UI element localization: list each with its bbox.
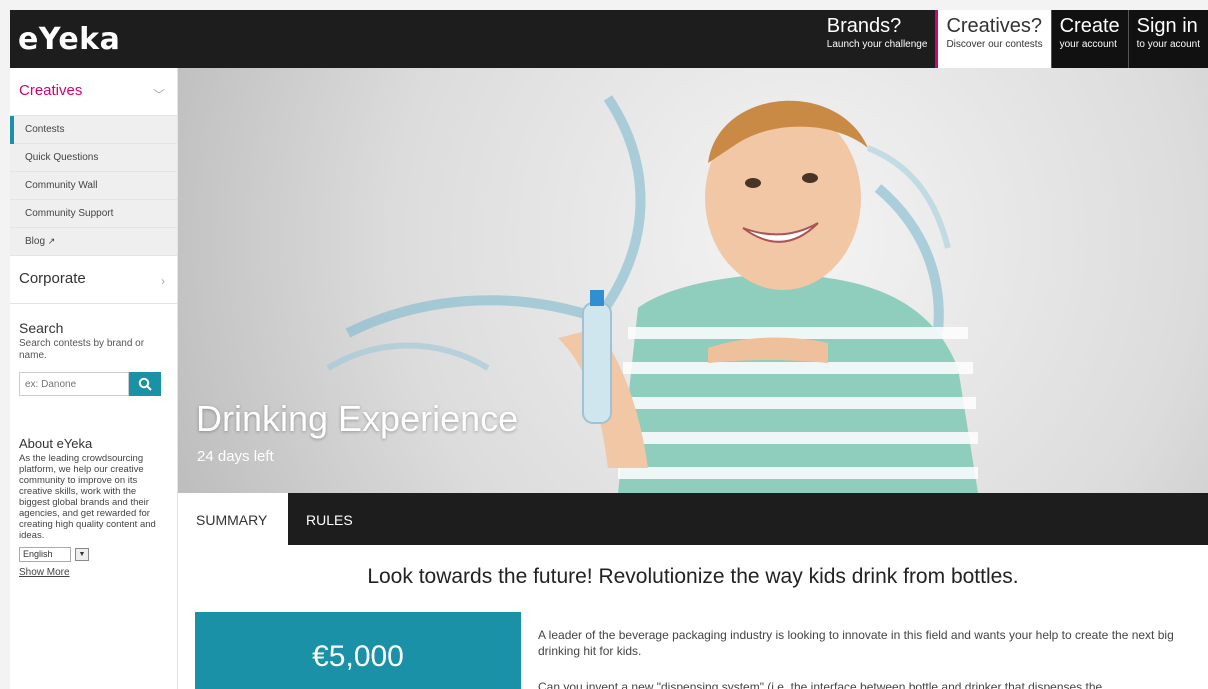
nav-brands-sub: Launch your challenge xyxy=(826,39,928,50)
sidebar-item-blog[interactable]: Blog ↗ xyxy=(10,228,177,256)
about-section: About eYeka As the leading crowdsourcing… xyxy=(10,396,177,578)
nav-sign-in[interactable]: Sign in to your acount xyxy=(1127,10,1208,68)
sidebar-corporate-label: Corporate xyxy=(19,270,86,287)
search-input[interactable] xyxy=(19,372,129,396)
language-selector[interactable]: English ▼ xyxy=(19,547,167,562)
chevron-right-icon: › xyxy=(161,274,165,288)
about-heading: About eYeka xyxy=(19,436,93,451)
external-link-icon: ↗ xyxy=(47,236,56,246)
search-heading: Search xyxy=(19,320,64,336)
show-more-link[interactable]: Show More xyxy=(19,567,167,578)
prize-box: €5,000 xyxy=(195,612,521,689)
nav-brands[interactable]: Brands? Launch your challenge xyxy=(819,10,936,68)
search-section: Search Search contests by brand or name. xyxy=(10,304,177,396)
contest-description-2: Can you invent a new "dispensing system"… xyxy=(538,680,1103,689)
nav-creatives-title: Creatives? xyxy=(946,15,1043,37)
tab-rules[interactable]: RULES xyxy=(288,493,371,545)
nav-sign-in-sub: to your acount xyxy=(1136,39,1200,50)
contest-headline: Look towards the future! Revolutionize t… xyxy=(367,565,1019,588)
tab-summary[interactable]: SUMMARY xyxy=(178,493,288,545)
logo[interactable]: eYeka xyxy=(18,22,120,57)
sidebar-creatives-label: Creatives xyxy=(19,82,83,99)
nav-create-account[interactable]: Create your account xyxy=(1050,10,1128,68)
nav-create-title: Create xyxy=(1059,15,1120,37)
contest-tabs: SUMMARY RULES xyxy=(178,493,1208,545)
sidebar-item-contests[interactable]: Contests xyxy=(10,116,177,144)
sidebar-submenu: Contests Quick Questions Community Wall … xyxy=(10,116,177,256)
hero-banner: Drinking Experience 24 days left xyxy=(178,68,1208,493)
search-row xyxy=(19,372,167,396)
dropdown-arrow-icon[interactable]: ▼ xyxy=(75,548,89,561)
search-description: Search contests by brand or name. xyxy=(19,338,145,361)
sidebar-item-community-wall[interactable]: Community Wall xyxy=(10,172,177,200)
sidebar-item-quick-questions[interactable]: Quick Questions xyxy=(10,144,177,172)
about-text: As the leading crowdsourcing platform, w… xyxy=(19,453,156,541)
sidebar-section-corporate[interactable]: Corporate › xyxy=(10,256,177,304)
nav-sign-in-title: Sign in xyxy=(1136,15,1198,37)
sidebar-section-creatives[interactable]: Creatives ﹀ xyxy=(10,68,177,116)
nav-creatives[interactable]: Creatives? Discover our contests xyxy=(935,10,1051,68)
sidebar-item-community-support[interactable]: Community Support xyxy=(10,200,177,228)
top-bar: eYeka Brands? Launch your challenge Crea… xyxy=(10,10,1208,68)
prize-amount: €5,000 xyxy=(312,640,404,673)
contest-description: A leader of the beverage packaging indus… xyxy=(538,628,1174,658)
contest-title: Drinking Experience xyxy=(196,398,519,439)
search-icon xyxy=(138,377,152,391)
nav-create-sub: your account xyxy=(1059,39,1117,50)
sidebar: Creatives ﹀ Contests Quick Questions Com… xyxy=(10,68,178,689)
nav-creatives-sub: Discover our contests xyxy=(946,39,1043,50)
days-left: 24 days left xyxy=(197,448,274,465)
page-frame: eYeka Brands? Launch your challenge Crea… xyxy=(10,10,1208,689)
top-nav: Brands? Launch your challenge Creatives?… xyxy=(819,10,1208,68)
nav-brands-title: Brands? xyxy=(826,15,902,37)
language-value: English xyxy=(19,547,71,562)
search-button[interactable] xyxy=(129,372,161,396)
chevron-down-icon: ﹀ xyxy=(152,88,165,102)
sidebar-item-blog-label: Blog xyxy=(25,236,46,247)
